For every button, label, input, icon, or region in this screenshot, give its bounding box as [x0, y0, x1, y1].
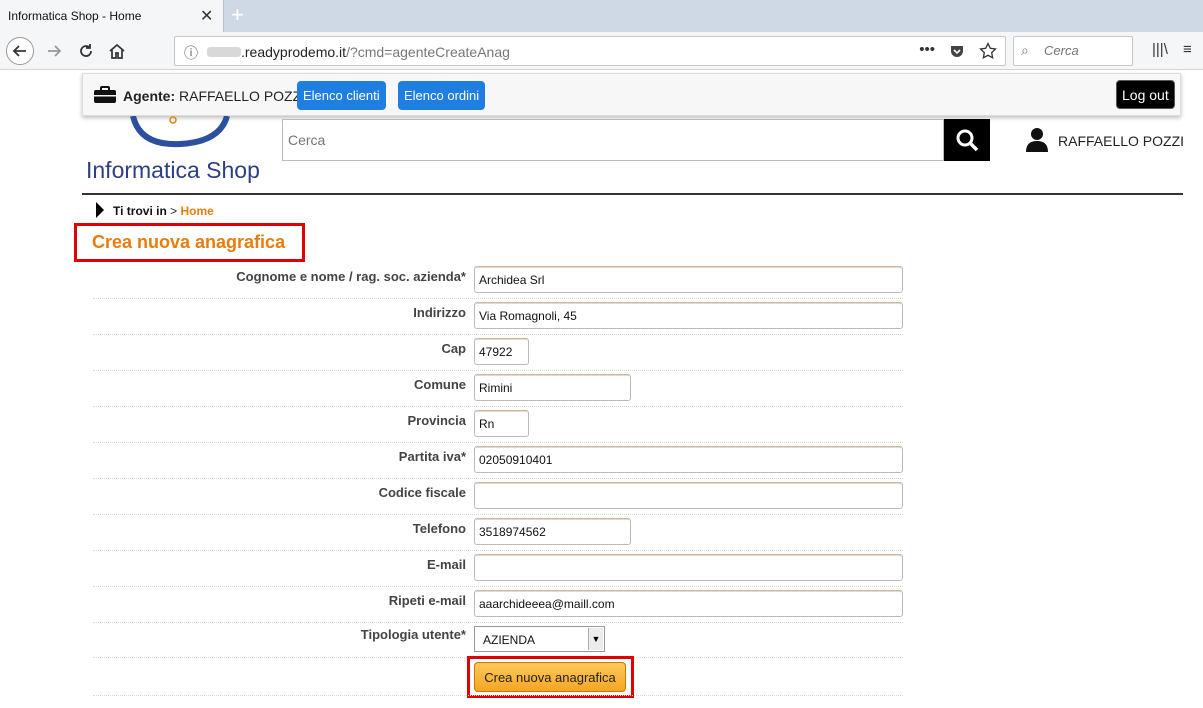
breadcrumb: Ti trovi in > Home	[113, 204, 214, 218]
url-actions: •••	[919, 41, 997, 60]
address-field[interactable]	[474, 302, 903, 329]
arrow-left-icon	[12, 45, 26, 57]
form-row-cap: Cap	[93, 335, 903, 371]
field-label: Cognome e nome / rag. soc. azienda*	[236, 269, 466, 284]
more-icon[interactable]: •••	[919, 41, 935, 60]
url-path: /?cmd=agenteCreateAnag	[346, 44, 510, 60]
form-row-fiscal-code: Codice fiscale	[93, 479, 903, 515]
search-icon: ⌕	[1021, 42, 1029, 58]
site-search-input[interactable]	[282, 119, 944, 161]
form-row-vat: Partita iva*	[93, 443, 903, 479]
form-row-phone: Telefono	[93, 515, 903, 551]
url-text: .readyprodemo.it/?cmd=agenteCreateAnag	[241, 44, 510, 60]
header-user-name[interactable]: RAFFAELLO POZZI	[1058, 133, 1184, 149]
url-domain: .readyprodemo.it	[241, 44, 347, 60]
form-row-name: Cognome e nome / rag. soc. azienda*	[93, 263, 903, 299]
pocket-icon[interactable]	[949, 43, 965, 59]
field-label: E-mail	[426, 557, 466, 572]
logo-text[interactable]: Informatica Shop	[86, 157, 260, 184]
user-type-value: AZIENDA	[483, 633, 536, 647]
back-button[interactable]	[6, 37, 34, 65]
clients-list-button[interactable]: Elenco clienti	[297, 81, 386, 110]
field-label: Partita iva*	[398, 449, 466, 464]
agent-prefix: Agente:	[123, 88, 176, 104]
info-icon[interactable]: ⓘ	[184, 43, 198, 63]
city-field[interactable]	[474, 374, 631, 401]
phone-field[interactable]	[474, 518, 631, 545]
browser-search-input[interactable]	[1044, 43, 1128, 58]
field-label: Ripeti e-mail	[388, 593, 466, 608]
form-row-city: Comune	[93, 371, 903, 407]
page-title: Crea nuova anagrafica	[92, 232, 286, 252]
chevron-down-icon[interactable]: ▼	[588, 628, 603, 650]
overflow-icon[interactable]: ≡	[1183, 41, 1192, 58]
browser-tab-bar: Informatica Shop - Home ✕ +	[0, 0, 1203, 32]
url-bar[interactable]: ⓘ .readyprodemo.it/?cmd=agenteCreateAnag…	[174, 36, 1006, 66]
browser-search-bar[interactable]: ⌕	[1013, 36, 1133, 66]
orders-list-button[interactable]: Elenco ordini	[398, 81, 486, 110]
user-icon[interactable]	[1026, 128, 1048, 152]
field-label: Provincia	[407, 413, 466, 428]
agent-name: RAFFAELLO POZZI	[179, 88, 306, 104]
form-row-province: Provincia	[93, 407, 903, 443]
field-label: Comune	[414, 377, 466, 392]
fiscal-code-field[interactable]	[474, 482, 903, 509]
header-divider	[82, 193, 1183, 195]
briefcase-icon	[94, 86, 116, 103]
library-icon[interactable]: |||\	[1152, 41, 1168, 58]
home-button[interactable]	[103, 37, 131, 65]
close-icon[interactable]: ✕	[200, 6, 213, 26]
home-icon	[109, 43, 125, 59]
field-label: Codice fiscale	[378, 485, 466, 500]
create-record-button[interactable]: Crea nuova anagrafica	[474, 662, 626, 692]
vat-field[interactable]	[474, 446, 903, 473]
forward-button[interactable]	[40, 37, 68, 65]
tab-title: Informatica Shop - Home	[8, 9, 142, 23]
field-label: Tipologia utente*	[360, 627, 466, 642]
browser-toolbar: ⓘ .readyprodemo.it/?cmd=agenteCreateAnag…	[0, 32, 1203, 70]
cap-field[interactable]	[474, 338, 529, 365]
browser-tab[interactable]: Informatica Shop - Home ✕	[0, 0, 224, 32]
logout-button[interactable]: Log out	[1116, 80, 1175, 109]
new-tab-icon[interactable]: +	[231, 2, 244, 28]
province-field[interactable]	[474, 410, 529, 437]
agent-bar: Agente: RAFFAELLO POZZI Elenco clienti E…	[82, 73, 1181, 116]
reload-icon	[80, 44, 92, 57]
logo-icon[interactable]	[130, 116, 230, 156]
user-type-select[interactable]: AZIENDA ▼	[474, 626, 605, 652]
form-row-address: Indirizzo	[93, 299, 903, 335]
form-bottom-divider	[93, 695, 903, 696]
agent-label: Agente: RAFFAELLO POZZI	[123, 88, 305, 104]
breadcrumb-separator: >	[170, 204, 178, 218]
field-label: Indirizzo	[413, 305, 466, 320]
email-confirm-field[interactable]	[474, 590, 903, 617]
breadcrumb-label: Ti trovi in	[113, 204, 167, 218]
form-row-email-confirm: Ripeti e-mail	[93, 587, 903, 623]
arrow-right-icon	[48, 45, 62, 57]
search-icon	[956, 129, 979, 152]
form-row-user-type: Tipologia utente* AZIENDA ▼	[93, 621, 903, 658]
url-redacted	[207, 47, 241, 57]
breadcrumb-arrow-icon	[96, 202, 104, 218]
email-field[interactable]	[474, 554, 903, 581]
reload-button[interactable]	[72, 37, 100, 65]
name-field[interactable]	[474, 266, 903, 293]
breadcrumb-home-link[interactable]: Home	[181, 204, 214, 218]
form-row-email: E-mail	[93, 551, 903, 587]
field-label: Cap	[441, 341, 466, 356]
field-label: Telefono	[412, 521, 466, 536]
site-search-button[interactable]	[944, 119, 990, 161]
star-icon[interactable]	[979, 42, 997, 60]
